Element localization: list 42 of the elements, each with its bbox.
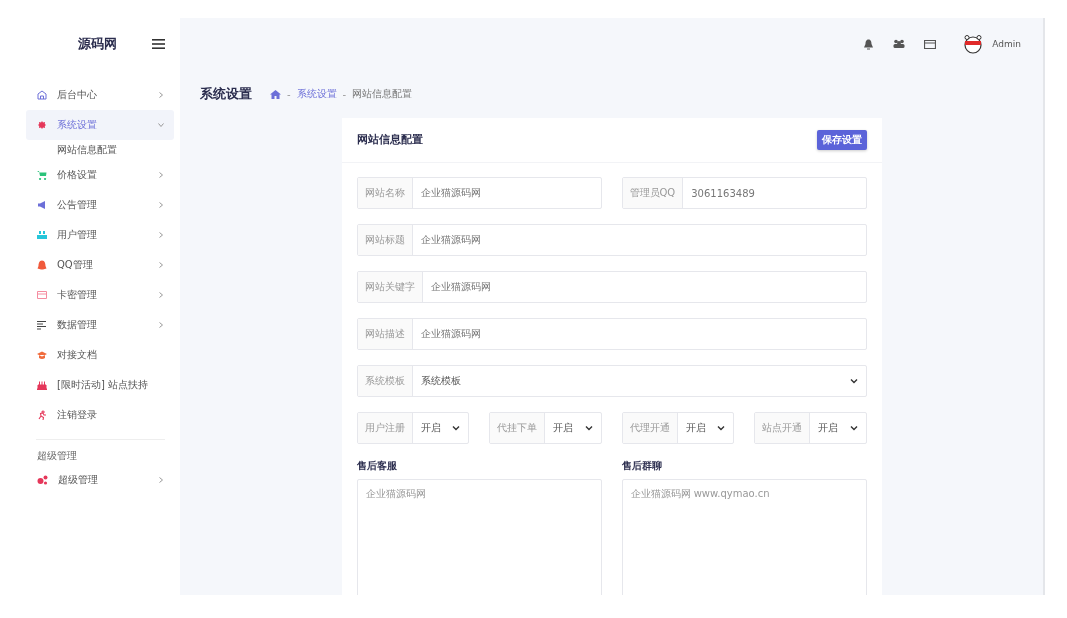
gear-icon — [37, 120, 47, 130]
breadcrumb-link[interactable]: 系统设置 — [296, 87, 337, 101]
menu-item[interactable]: 数据管理 — [26, 310, 174, 340]
breadcrumb-current: 网站信息配置 — [352, 87, 413, 101]
avatar-icon[interactable] — [963, 34, 984, 54]
breadcrumb-separator: - — [287, 88, 291, 100]
cake-icon — [37, 380, 47, 390]
menu-item[interactable]: 公告管理 — [26, 190, 174, 220]
megaphone-icon — [37, 200, 47, 210]
menu-item[interactable]: 后台中心 — [26, 80, 174, 110]
gears-icon — [37, 475, 48, 485]
cart-icon — [37, 170, 47, 180]
users-icon[interactable] — [893, 39, 906, 49]
menu-item[interactable]: 用户管理 — [26, 220, 174, 250]
card-icon[interactable] — [924, 39, 937, 49]
cap-icon — [37, 350, 47, 360]
save-button[interactable]: 保存设置 — [816, 130, 867, 150]
home-icon[interactable] — [270, 89, 281, 99]
menu-item[interactable]: 注销登录 — [26, 400, 174, 430]
menu-item[interactable]: QQ管理 — [26, 250, 174, 280]
site-logo: 源码网 — [78, 35, 117, 53]
users-icon — [37, 230, 47, 240]
runner-icon — [37, 410, 47, 420]
bell-icon[interactable] — [863, 38, 875, 50]
card-title: 网站信息配置 — [356, 133, 423, 147]
card-icon — [37, 290, 47, 300]
page-title: 系统设置 — [200, 85, 252, 103]
menu-item[interactable]: 价格设置 — [26, 160, 174, 190]
field-label: 售后客服 — [356, 459, 398, 473]
menu-item[interactable]: [限时活动] 站点扶持 — [26, 370, 174, 400]
menu-item[interactable]: 卡密管理 — [26, 280, 174, 310]
menu-item[interactable]: 系统设置 — [26, 110, 174, 140]
house-icon — [37, 90, 47, 100]
field-label: 售后群聊 — [621, 459, 663, 473]
menu-item[interactable]: 超级管理 — [26, 465, 174, 495]
section-heading: 超级管理 — [36, 449, 78, 463]
menu-item[interactable]: 对接文档 — [26, 340, 174, 370]
user-name[interactable]: Admin — [992, 39, 1021, 49]
list-icon — [37, 320, 47, 330]
submenu-item[interactable]: 网站信息配置 — [0, 140, 180, 160]
breadcrumb-separator: - — [342, 88, 347, 100]
menu-icon[interactable] — [152, 39, 165, 49]
